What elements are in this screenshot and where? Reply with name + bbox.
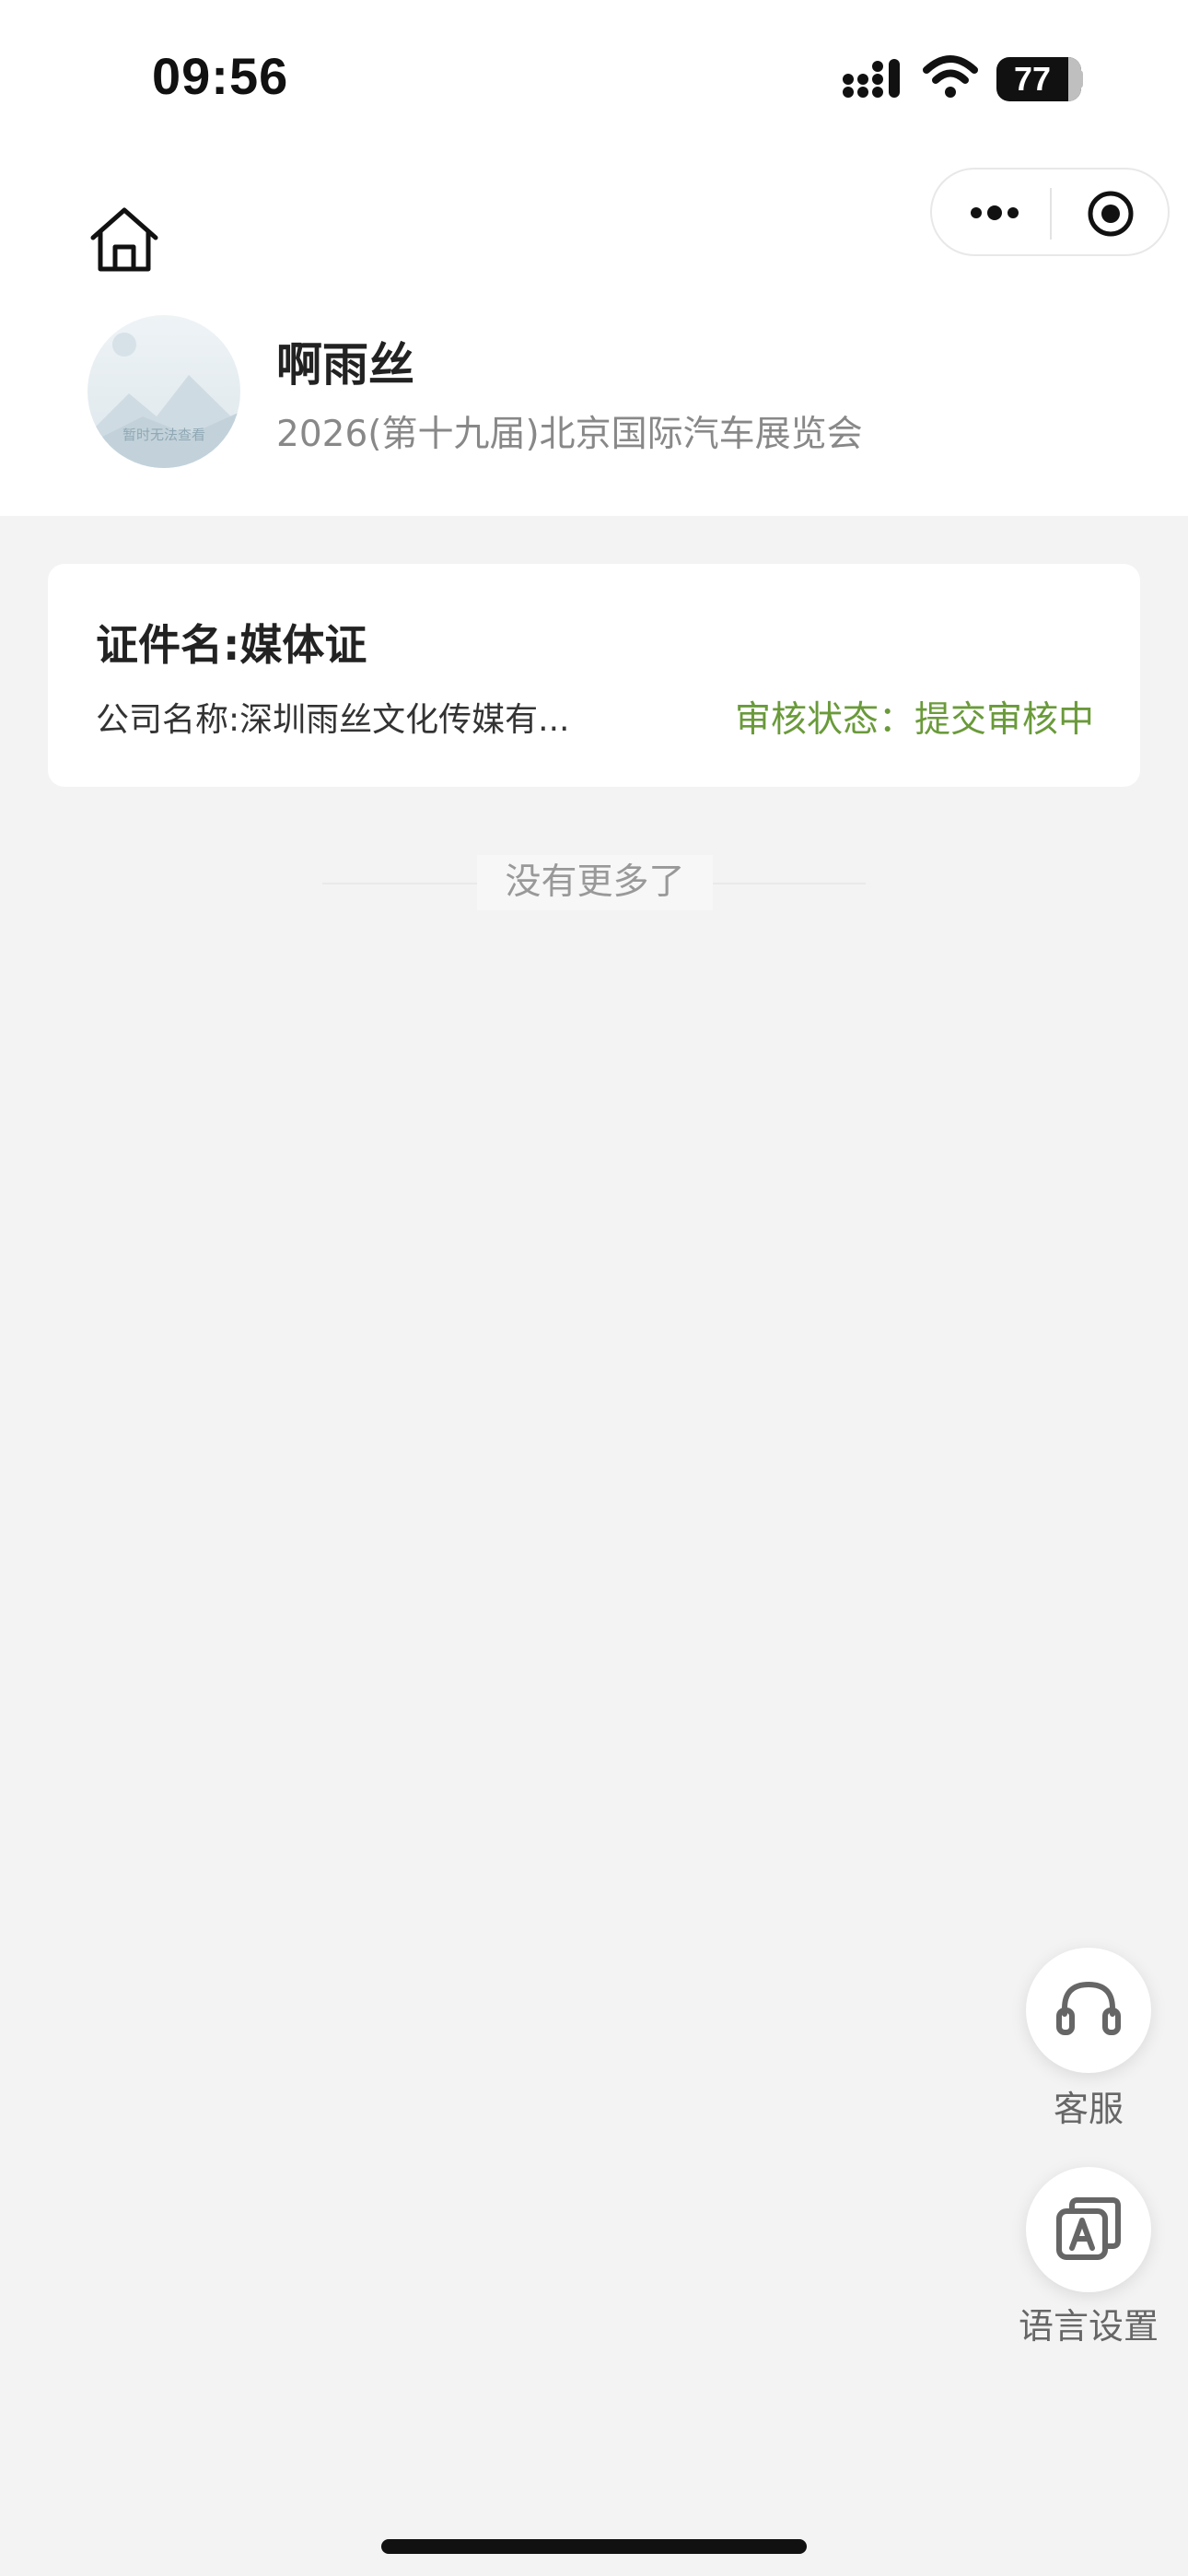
profile-header: 暂时无法查看 啊雨丝 2026(第十九届)北京国际汽车展览会 (0, 157, 1188, 516)
wifi-icon (923, 55, 978, 98)
credential-title: 证件名:媒体证 (96, 620, 367, 670)
headset-icon (1056, 1982, 1121, 2035)
avatar-placeholder-text: 暂时无法查看 (122, 427, 205, 443)
image-placeholder-icon (87, 333, 240, 468)
mini-program-capsule (930, 168, 1170, 256)
status-bar: 09:56 77 (0, 0, 1188, 157)
no-more-text: 没有更多了 (477, 855, 713, 910)
home-indicator[interactable] (381, 2539, 807, 2554)
status-time: 09:56 (152, 47, 289, 105)
review-status: 审核状态：提交审核中 (734, 699, 1094, 741)
user-name: 啊雨丝 (276, 338, 414, 392)
company-name: 公司名称:深圳雨丝文化传媒有... (96, 701, 570, 739)
battery-level: 77 (1013, 60, 1052, 98)
screen: 09:56 77 暂时无法查看 啊雨丝 2026(第十九届)北京国际汽车展览会 … (0, 0, 1188, 2576)
customer-service-label: 客服 (1053, 2089, 1124, 2129)
credential-card[interactable]: 证件名:媒体证 公司名称:深圳雨丝文化传媒有... 审核状态：提交审核中 (48, 564, 1140, 787)
language-settings-button[interactable] (1026, 2167, 1151, 2292)
customer-service-button[interactable] (1026, 1948, 1151, 2073)
event-name: 2026(第十九届)北京国际汽车展览会 (276, 414, 863, 455)
avatar: 暂时无法查看 (87, 315, 240, 468)
language-settings-label: 语言设置 (1018, 2306, 1159, 2347)
battery-icon: 77 (996, 57, 1081, 101)
capsule-divider (1050, 188, 1052, 240)
battery-tip (1077, 70, 1083, 88)
home-icon[interactable] (87, 203, 161, 276)
signal-icon (843, 59, 900, 98)
more-icon[interactable] (967, 199, 1022, 227)
close-circle-icon[interactable] (1087, 190, 1135, 238)
translate-icon (1056, 2197, 1121, 2260)
